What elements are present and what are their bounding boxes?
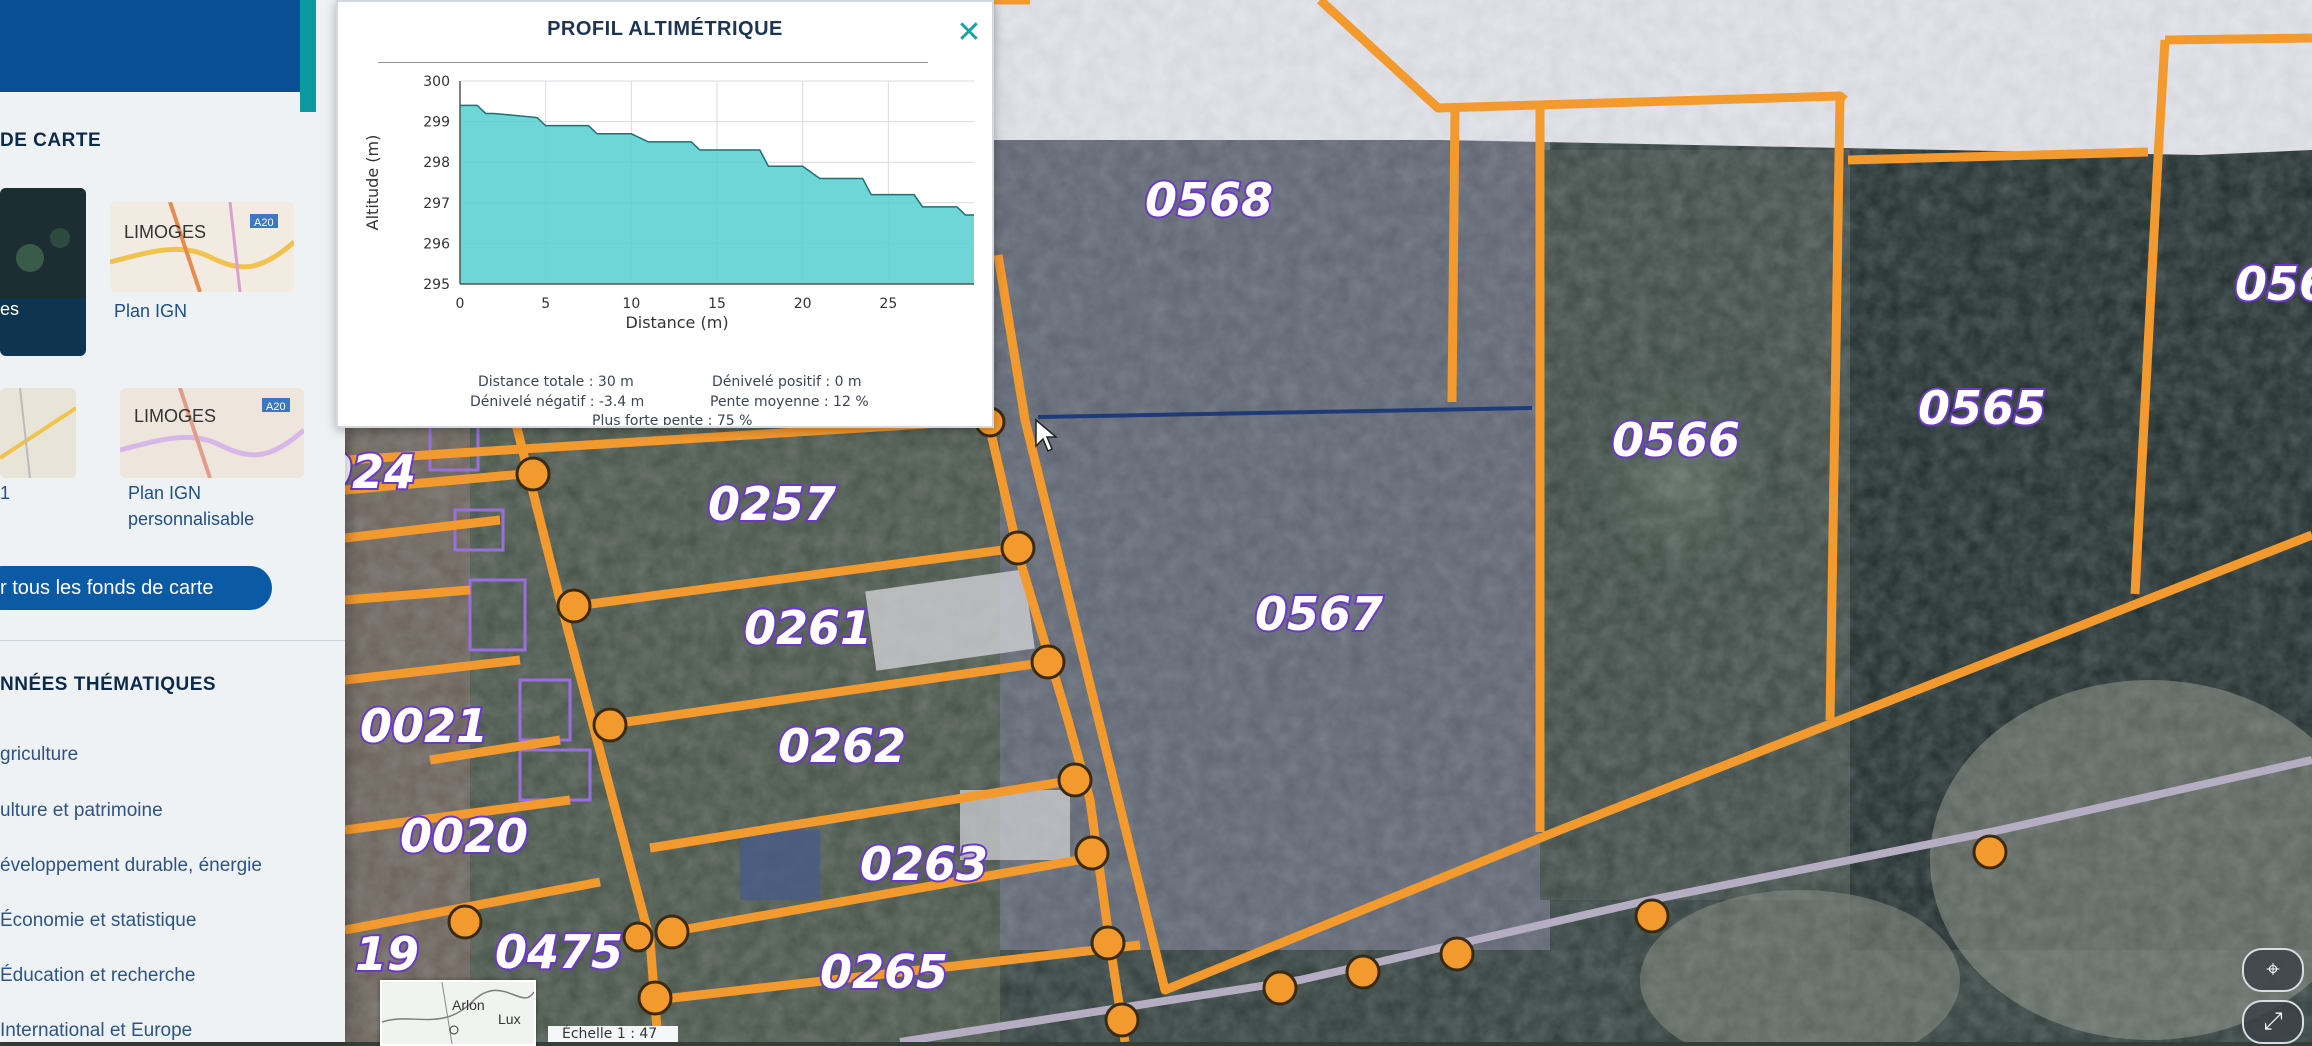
parcel-label: 0261: [744, 601, 872, 655]
parcel-label: 0566: [1612, 413, 1740, 467]
elevation-chart: 295 296 297 298 299 300 0 5 10 15 20 25 Distance (m)…: [363, 74, 974, 332]
basemap-thumb-photos[interactable]: es: [0, 188, 86, 356]
title-divider: [378, 62, 928, 63]
stat-total-distance: Distance totale : 30 m: [478, 374, 634, 390]
x-tick-label: 0: [456, 296, 465, 312]
all-basemaps-button[interactable]: r tous les fonds de carte: [0, 566, 272, 610]
expand-icon[interactable]: ⤢: [2242, 1000, 2304, 1044]
stat-negative-elevation: Dénivelé négatif : -3.4 m: [470, 394, 645, 410]
close-icon[interactable]: ✕: [954, 18, 984, 48]
parcel-label: 0262: [778, 719, 906, 773]
parcel-label: 0475: [495, 925, 623, 979]
basemap-thumb-plan-ign[interactable]: A20 LIMOGES: [110, 202, 294, 292]
y-tick-label: 297: [423, 196, 450, 212]
stat-positive-elevation: Dénivelé positif : 0 m: [712, 374, 862, 390]
svg-text:A20: A20: [254, 217, 274, 229]
x-tick-label: 10: [622, 296, 640, 312]
basemap-label: 1: [0, 483, 11, 503]
basemap-label: es: [0, 299, 20, 319]
parcel-label: 0020: [400, 809, 528, 863]
basemap-label: Plan IGN: [114, 301, 188, 321]
parcel-label: 0565: [1918, 381, 2046, 435]
theme-item-education[interactable]: Éducation et recherche: [0, 965, 195, 987]
y-tick-label: 296: [423, 236, 450, 252]
y-tick-label: 298: [423, 155, 450, 171]
parcel-label: 056: [2235, 257, 2312, 311]
basemap-thumb-plan-ign-custom[interactable]: A20 LIMOGES: [120, 388, 304, 478]
parcel-label: 0263: [860, 837, 988, 891]
y-tick-label: 300: [423, 74, 450, 90]
parcel-label: 19: [355, 927, 419, 981]
x-tick-label: 25: [879, 296, 897, 312]
svg-text:LIMOGES: LIMOGES: [134, 406, 216, 426]
x-axis-label: Distance (m): [625, 313, 728, 332]
basemap-thumb-cadastre[interactable]: [0, 388, 76, 478]
sidebar-tab-indicator: [300, 0, 316, 112]
y-axis-label: Altitude (m): [363, 135, 382, 231]
x-tick-label: 5: [541, 296, 550, 312]
sidebar-panel: DE CARTE es A20 LIMOGES Plan IGN 1 A20 L…: [0, 0, 345, 1042]
minimap-place: Lux: [498, 1011, 521, 1027]
overview-minimap[interactable]: Arlon Lux: [380, 980, 536, 1046]
parcel-label: 0021: [360, 699, 488, 753]
sidebar-divider: [0, 640, 345, 641]
crosshair-icon[interactable]: ⌖: [2242, 948, 2304, 992]
thematic-section-title: NNÉES THÉMATIQUES: [0, 674, 217, 695]
x-tick-label: 20: [794, 296, 812, 312]
parcel-label: 0265: [820, 945, 948, 999]
basemap-label: Plan IGN personnalisable: [128, 483, 255, 529]
svg-text:LIMOGES: LIMOGES: [124, 222, 206, 242]
theme-item-international[interactable]: International et Europe: [0, 1020, 192, 1042]
map-thumbnail-icon: [0, 388, 76, 478]
parcel-label: 0567: [1255, 587, 1383, 641]
theme-item-culture[interactable]: ulture et patrimoine: [0, 800, 163, 822]
profile-title: PROFIL ALTIMÉTRIQUE: [547, 18, 783, 40]
basemaps-section-title: DE CARTE: [0, 130, 102, 151]
y-tick-label: 295: [423, 277, 450, 293]
parcel-label: 0257: [708, 477, 836, 531]
theme-item-economy[interactable]: Économie et statistique: [0, 910, 196, 932]
stat-max-slope: Plus forte pente : 75 %: [592, 413, 753, 425]
minimap-graphic: Arlon Lux: [382, 982, 534, 1044]
theme-item-agriculture[interactable]: griculture: [0, 744, 78, 766]
scale-label: Échelle 1 : 47: [548, 1026, 678, 1042]
svg-text:A20: A20: [266, 401, 286, 413]
map-thumbnail-icon: A20 LIMOGES: [120, 388, 304, 478]
map-thumbnail-icon: A20 LIMOGES: [110, 202, 294, 292]
sidebar-header: [0, 0, 300, 92]
parcel-label: 0568: [1145, 173, 1273, 227]
y-tick-label: 299: [423, 115, 450, 131]
satellite-thumbnail-icon: [0, 188, 86, 298]
minimap-place: Arlon: [452, 997, 485, 1013]
x-tick-label: 15: [708, 296, 726, 312]
elevation-profile-panel: PROFIL ALTIMÉTRIQUE ✕ 295 296 297 298 299 300…: [336, 0, 994, 428]
theme-item-sustainable-development[interactable]: éveloppement durable, énergie: [0, 855, 262, 877]
stat-average-slope: Pente moyenne : 12 %: [710, 394, 869, 410]
